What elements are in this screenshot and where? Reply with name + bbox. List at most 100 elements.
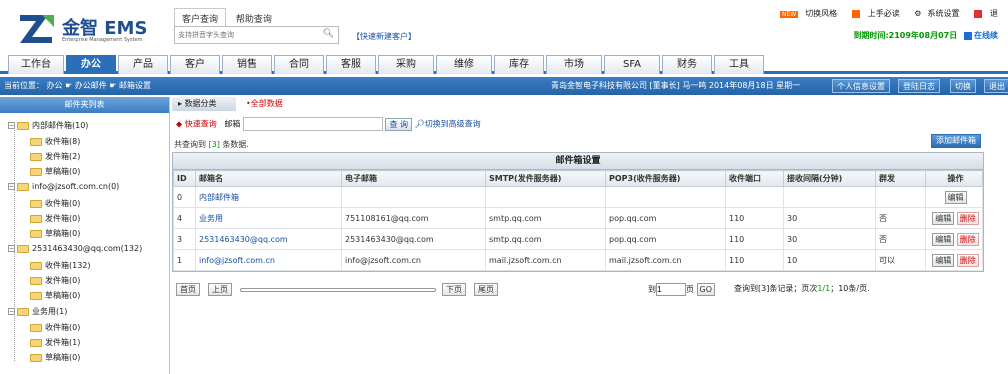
edit-button[interactable]: 编辑 <box>944 190 967 204</box>
edit-button[interactable]: 编辑 <box>932 211 955 225</box>
nav-tab-office[interactable]: 办公 <box>66 55 116 74</box>
logout-button[interactable]: 退出 <box>984 79 1008 93</box>
personal-settings-button[interactable]: 个人信息设置 <box>832 79 890 93</box>
cell-mass: 否 <box>875 228 926 250</box>
search-input[interactable] <box>175 27 315 43</box>
folder-icon <box>30 137 42 146</box>
cell-email <box>341 186 486 208</box>
folder-icon <box>30 338 42 347</box>
cell-id: 0 <box>173 186 196 208</box>
next-page-button[interactable]: 下页 <box>442 283 466 296</box>
cell-port: 110 <box>725 228 784 250</box>
nav-tab-sales[interactable]: 销售 <box>222 55 272 74</box>
folder-sent[interactable]: 发件箱(0) <box>30 213 80 224</box>
mailbox-name-link[interactable]: info@jzsoft.com.cn <box>195 249 342 271</box>
quick-search-bar: ◆ 快速查询 邮箱 查 询 🔎︎切换到高级查询 <box>176 117 481 131</box>
advanced-search-link[interactable]: 🔎︎切换到高级查询 <box>415 120 481 129</box>
nav-tab-inventory[interactable]: 库存 <box>494 55 544 74</box>
nav-tab-repair[interactable]: 维修 <box>436 55 492 74</box>
go-button[interactable]: GO <box>696 283 716 296</box>
folder-drafts[interactable]: 草稿箱(0) <box>30 352 80 363</box>
add-mailbox-button[interactable]: 添加邮件箱 <box>931 134 981 148</box>
folder-drafts[interactable]: 草稿箱(0) <box>30 290 80 301</box>
cell-smtp: smtp.qq.com <box>485 207 606 229</box>
mailbox-name-link[interactable]: 业务用 <box>195 207 342 229</box>
cell-interval <box>783 186 876 208</box>
search-box: 🔍︎ <box>174 26 339 44</box>
book-icon <box>851 9 860 18</box>
table-title: 邮件箱设置 <box>173 153 983 170</box>
settings-link[interactable]: ⚙ 系统设置 <box>908 9 959 18</box>
cell-port <box>725 186 784 208</box>
col-mass: 群发 <box>875 170 926 187</box>
page-number-input[interactable] <box>656 283 686 296</box>
folder-inbox[interactable]: 收件箱(8) <box>30 136 80 147</box>
first-page-button[interactable]: 首页 <box>176 283 200 296</box>
tab-all-data[interactable]: •全部数据 <box>240 97 283 111</box>
tab-data-category[interactable]: ▸ 数据分类 <box>172 97 236 111</box>
col-name: 邮箱名 <box>195 170 342 187</box>
folder-icon <box>17 244 29 253</box>
folder-inbox[interactable]: 收件箱(0) <box>30 322 80 333</box>
folder-inbox[interactable]: 收件箱(0) <box>30 198 80 209</box>
mailbox-name-link[interactable]: 2531463430@qq.com <box>195 228 342 250</box>
nav-tab-sfa[interactable]: SFA <box>604 55 660 74</box>
renew-icon <box>964 31 972 40</box>
cell-mass: 可以 <box>875 249 926 271</box>
nav-tab-contract[interactable]: 合同 <box>274 55 324 74</box>
delete-button[interactable]: 删除 <box>956 232 979 246</box>
mailbox-name-link[interactable]: 内部邮件箱 <box>195 186 342 208</box>
top-links: NEW 切换风格 上手必读 ⚙ 系统设置 退 <box>768 8 998 19</box>
search-icon[interactable]: 🔍︎ <box>323 29 334 39</box>
query-button[interactable]: 查 询 <box>385 117 412 131</box>
quick-new-customer-link[interactable]: 【快速新建客户】 <box>352 31 416 42</box>
page-info: 查询到[3]条记录；页次1/1；10条/页. <box>734 284 870 293</box>
folder-drafts[interactable]: 草稿箱(0) <box>30 166 80 177</box>
nav-tab-market[interactable]: 市场 <box>546 55 602 74</box>
online-renew-link[interactable]: 在线续 <box>964 31 998 40</box>
mailbox-table: 邮件箱设置 ID 邮箱名 电子邮箱 SMTP(发件服务器) POP3(收件服务器… <box>172 152 984 272</box>
nav-tab-finance[interactable]: 财务 <box>662 55 712 74</box>
nav-tab-purchase[interactable]: 采购 <box>378 55 434 74</box>
nav-tab-customer[interactable]: 客户 <box>170 55 220 74</box>
close-link[interactable]: 退 <box>968 9 998 18</box>
nav-tab-service[interactable]: 客服 <box>326 55 376 74</box>
col-id: ID <box>173 170 196 187</box>
group-internal[interactable]: − 内部邮件箱(10) <box>8 120 88 131</box>
logo-icon <box>18 11 56 45</box>
delete-button[interactable]: 删除 <box>956 253 979 267</box>
folder-drafts[interactable]: 草稿箱(0) <box>30 228 80 239</box>
breadcrumb: 当前位置： 办公 ☛ 办公邮件 ☛ 邮箱设置 <box>4 81 152 90</box>
nav-tab-workbench[interactable]: 工作台 <box>8 55 64 74</box>
group-qq[interactable]: −2531463430@qq.com(132) <box>8 244 142 253</box>
folder-icon <box>30 291 42 300</box>
mailbox-search-input[interactable] <box>242 117 383 131</box>
page-slider[interactable] <box>240 288 436 292</box>
switch-button[interactable]: 切换 <box>950 79 976 93</box>
group-info[interactable]: − info@jzsoft.com.cn(0) <box>8 182 119 191</box>
close-icon <box>974 9 982 18</box>
folder-sent[interactable]: 发件箱(2) <box>30 151 80 162</box>
col-email: 电子邮箱 <box>341 170 486 187</box>
nav-tab-tools[interactable]: 工具 <box>714 55 764 74</box>
cell-mass <box>875 186 926 208</box>
folder-inbox[interactable]: 收件箱(132) <box>30 260 91 271</box>
folder-sent[interactable]: 发件箱(1) <box>30 337 80 348</box>
nav-tab-product[interactable]: 产品 <box>118 55 168 74</box>
switch-style-link[interactable]: NEW 切换风格 <box>774 9 837 18</box>
cell-interval: 30 <box>783 228 876 250</box>
edit-button[interactable]: 编辑 <box>932 253 955 267</box>
main-content: ▸ 数据分类 •全部数据 ◆ 快速查询 邮箱 查 询 🔎︎切换到高级查询 共查询… <box>172 97 1008 374</box>
folder-icon <box>17 121 29 130</box>
login-log-button[interactable]: 登陆日志 <box>898 79 940 93</box>
guide-link[interactable]: 上手必读 <box>846 9 900 18</box>
delete-button[interactable]: 删除 <box>956 211 979 225</box>
cell-pop3: pop.qq.com <box>605 228 726 250</box>
last-page-button[interactable]: 尾页 <box>474 283 498 296</box>
folder-sent[interactable]: 发件箱(0) <box>30 275 80 286</box>
prev-page-button[interactable]: 上页 <box>208 283 232 296</box>
cell-actions: 编辑 删除 <box>925 207 983 229</box>
group-business[interactable]: − 业务用(1) <box>8 306 67 317</box>
col-pop3: POP3(收件服务器) <box>605 170 726 187</box>
edit-button[interactable]: 编辑 <box>932 232 955 246</box>
